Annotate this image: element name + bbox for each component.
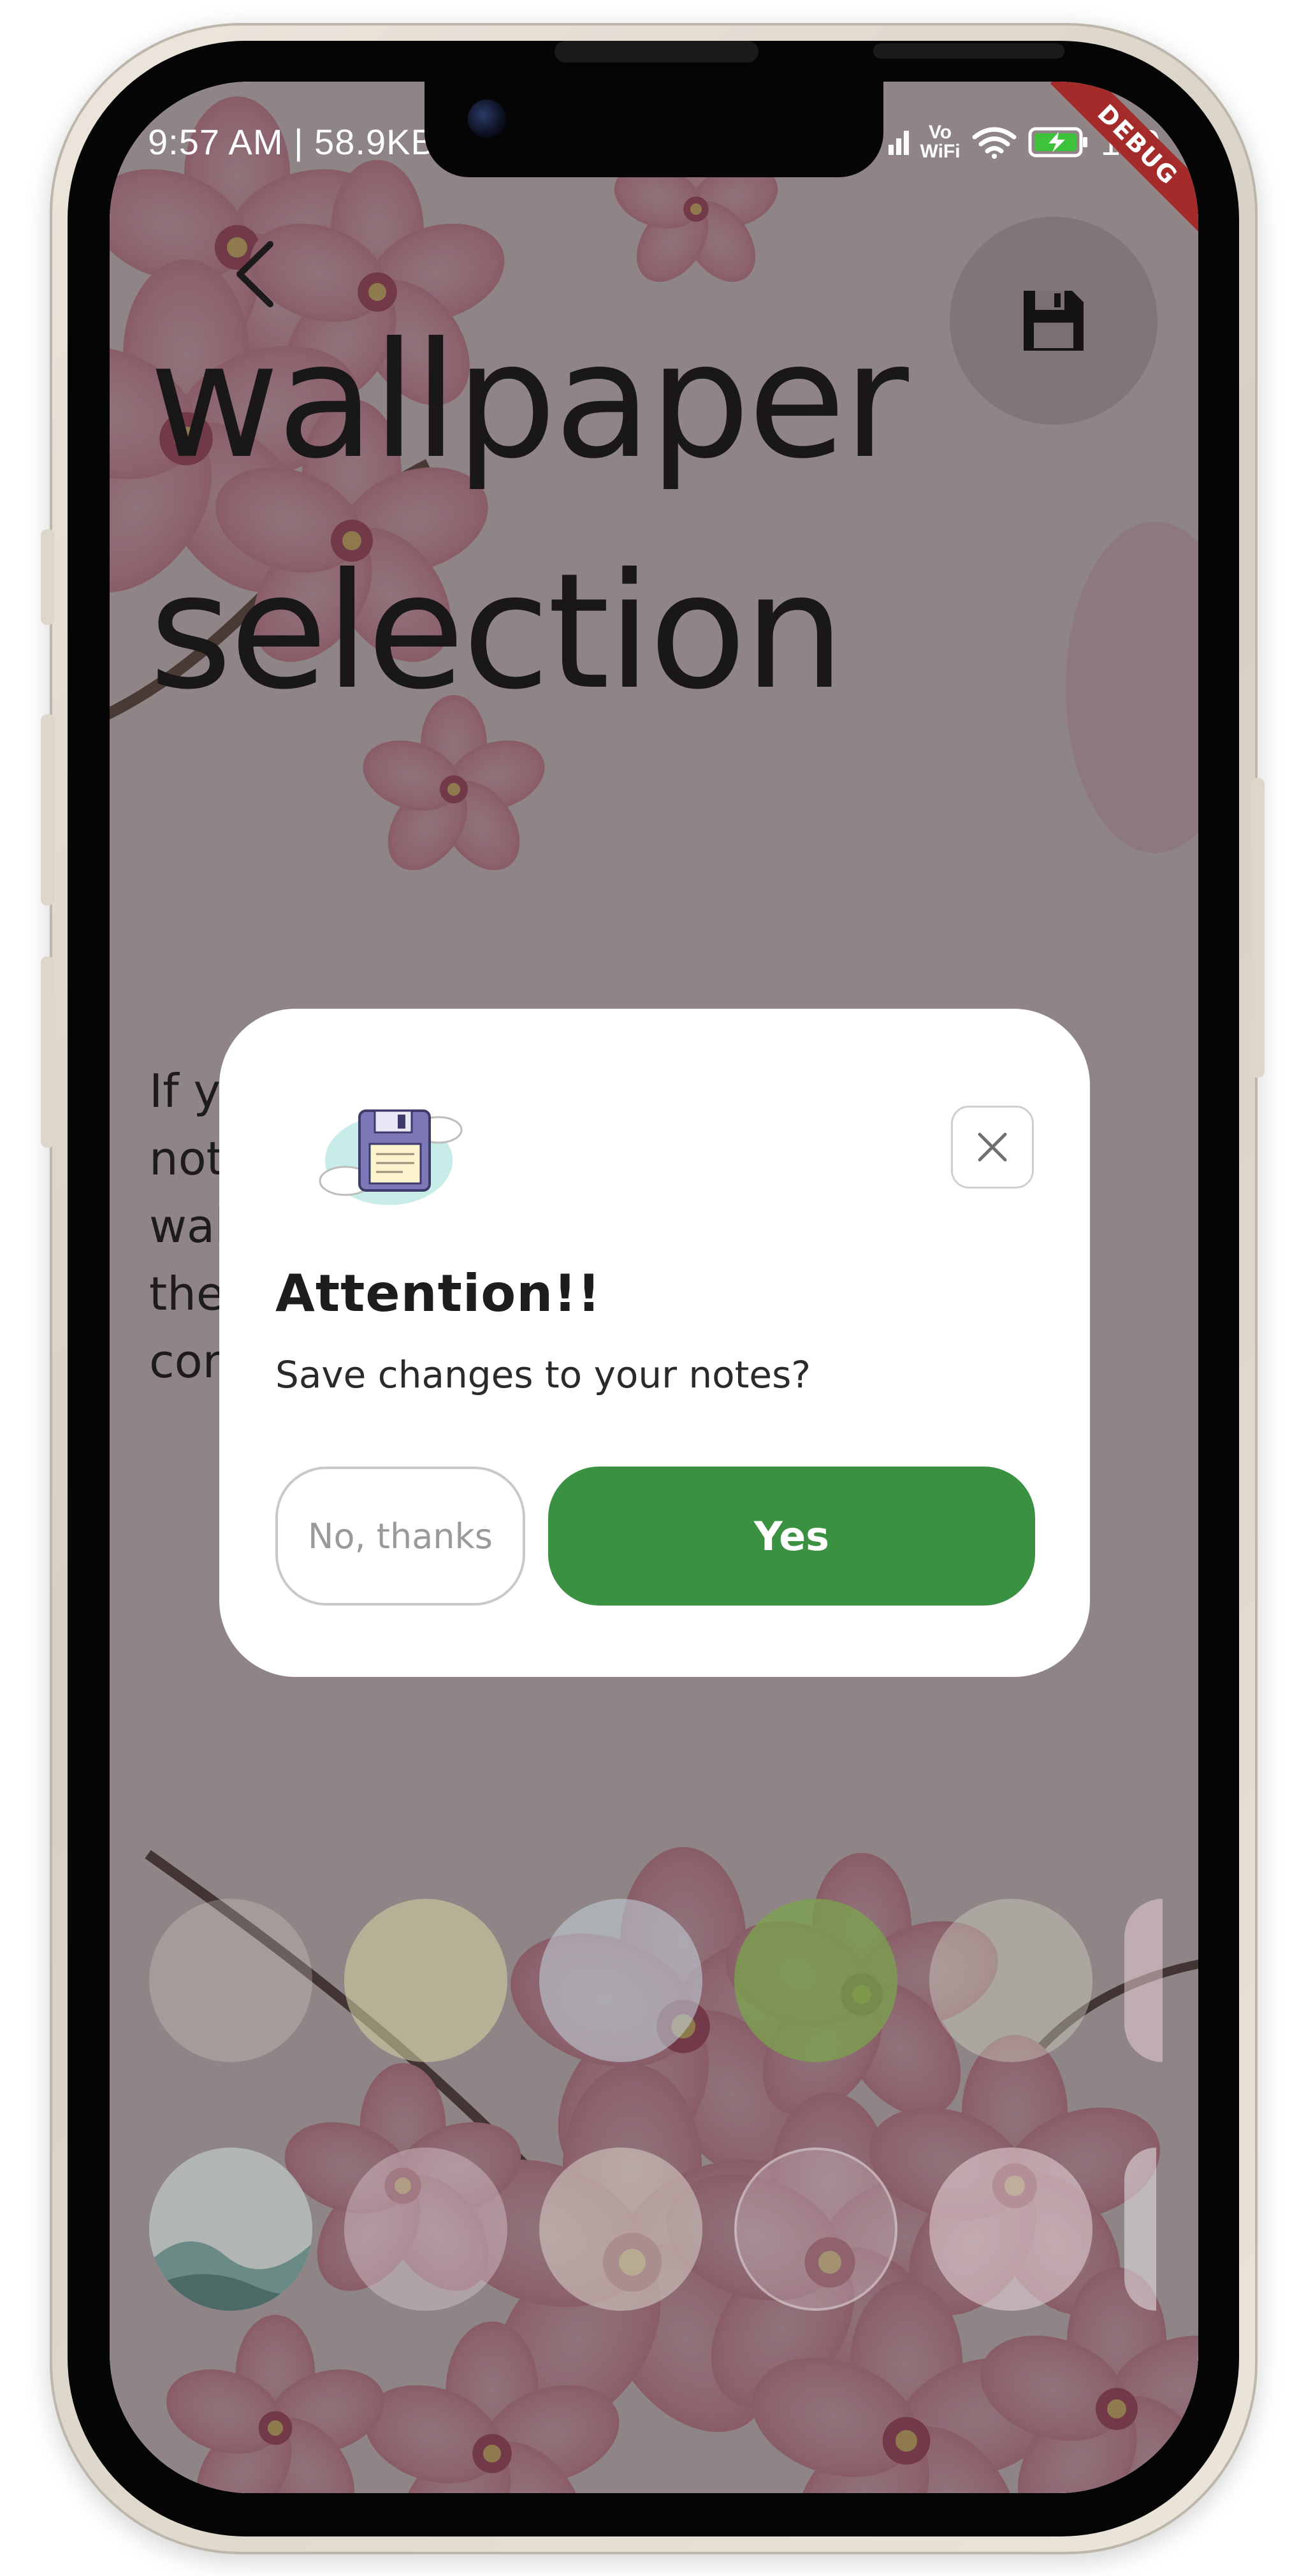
dialog-message: Save changes to your notes? <box>275 1353 811 1396</box>
dialog-title: Attention!! <box>275 1264 602 1323</box>
landscape-thumbnail-icon <box>149 2148 312 2311</box>
page-title-line-2: selection <box>149 539 845 724</box>
status-time: 9:57 AM | 58.9KB/ <box>148 122 446 162</box>
color-swatch[interactable] <box>539 1899 702 2062</box>
wallpaper-thumbnail[interactable] <box>539 2148 702 2311</box>
color-swatch-row <box>149 1899 1163 2062</box>
front-camera <box>468 99 506 138</box>
yes-button[interactable]: Yes <box>548 1467 1035 1606</box>
vowifi-bottom: WiFi <box>920 141 961 162</box>
page-title-line-1: wallpaper <box>149 308 909 494</box>
close-button[interactable] <box>951 1106 1034 1189</box>
wallpaper-thumbnail[interactable] <box>734 2148 897 2311</box>
speaker-grille-top <box>555 41 758 62</box>
page-title: wallpaper selection <box>149 286 1169 747</box>
wallpaper-thumbnail[interactable] <box>1124 2148 1156 2311</box>
signal-icon <box>888 131 909 155</box>
save-changes-dialog: Attention!! Save changes to your notes? … <box>219 1009 1090 1677</box>
no-thanks-button[interactable]: No, thanks <box>275 1467 525 1606</box>
wallpaper-thumbnail[interactable] <box>149 2148 312 2311</box>
floppy-cloud-icon <box>319 1109 463 1205</box>
color-swatch[interactable] <box>1124 1899 1163 2062</box>
vowifi-top: Vo <box>928 122 952 143</box>
speaker-grille <box>873 43 1064 59</box>
wallpaper-thumbnail[interactable] <box>929 2148 1092 2311</box>
notch <box>424 43 1064 177</box>
side-button-volume-down <box>41 956 55 1148</box>
vowifi-label: Vo WiFi <box>920 123 961 161</box>
color-swatch[interactable] <box>929 1899 1092 2062</box>
wallpaper-thumbnail[interactable] <box>344 2148 507 2311</box>
side-button-volume-up <box>41 714 55 905</box>
battery-charging-icon <box>1028 127 1087 157</box>
wallpaper-thumbnail-row <box>149 2148 1156 2311</box>
color-swatch[interactable] <box>734 1899 897 2062</box>
color-swatch[interactable] <box>344 1899 507 2062</box>
wifi-icon <box>972 127 1017 159</box>
side-button-mute <box>41 529 55 625</box>
side-button-power <box>1251 778 1265 1078</box>
close-icon <box>978 1132 1007 1162</box>
color-swatch[interactable] <box>149 1899 312 2062</box>
